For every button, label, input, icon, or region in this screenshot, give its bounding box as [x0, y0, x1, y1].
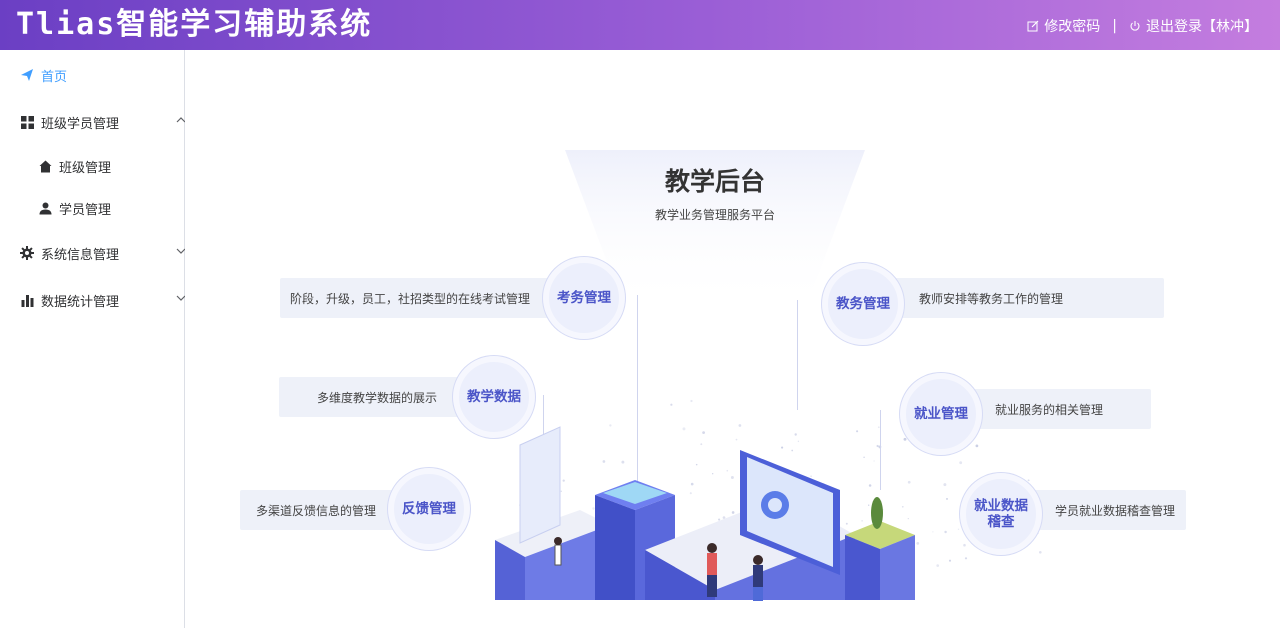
- feature-name: 就业管理: [914, 406, 968, 422]
- sidebar-item-label: 系统信息管理: [41, 247, 120, 263]
- logout-link[interactable]: 退出登录【林冲】: [1129, 16, 1258, 36]
- feature-desc-text: 阶段，升级，员工，社招类型的在线考试管理: [290, 291, 531, 306]
- main-content: 教学后台 教学业务管理服务平台 阶段，升级，员工，社招类型的在线考试管理 教师安…: [185, 50, 1280, 628]
- feature-name: 教务管理: [836, 296, 890, 312]
- feature-academic[interactable]: 教务管理: [822, 263, 904, 345]
- feature-teaching-data[interactable]: 教学数据: [453, 356, 535, 438]
- change-password-label: 修改密码: [1044, 19, 1101, 35]
- feature-name: 教学数据: [467, 389, 521, 405]
- feature-desc-text: 就业服务的相关管理: [995, 402, 1104, 417]
- edit-icon: [1027, 20, 1039, 32]
- feature-name-line1: 就业数据: [974, 498, 1028, 514]
- feature-desc-text: 多渠道反馈信息的管理: [256, 503, 377, 518]
- feature-emp-data[interactable]: 就业数据 稽查: [960, 473, 1042, 555]
- user-icon: [38, 201, 52, 215]
- send-icon: [20, 68, 34, 82]
- feature-name-line2: 稽查: [987, 514, 1015, 530]
- app-title: Tlias智能学习辅助系统: [16, 7, 373, 42]
- feature-desc-text: 多维度教学数据的展示: [317, 390, 438, 405]
- sidebar-item-label: 班级学员管理: [41, 116, 120, 132]
- logout-label: 退出登录【林冲】: [1146, 19, 1258, 35]
- feature-desc-feedback: 多渠道反馈信息的管理: [240, 490, 410, 530]
- power-icon: [1130, 21, 1140, 31]
- header-separator: |: [1112, 18, 1117, 34]
- feature-desc-academic: 教师安排等教务工作的管理: [885, 278, 1164, 318]
- sidebar-item-label: 学员管理: [59, 202, 112, 218]
- grid-icon: [20, 115, 34, 129]
- sidebar-item-label: 数据统计管理: [41, 294, 120, 310]
- sidebar-item-data-stats[interactable]: 数据统计管理: [0, 280, 204, 320]
- page-title: 教学后台: [664, 167, 765, 196]
- sidebar-item-home[interactable]: 首页: [0, 55, 204, 95]
- isometric-illustration: [495, 426, 915, 601]
- sidebar-item-label: 班级管理: [59, 160, 112, 176]
- app-header: Tlias智能学习辅助系统 修改密码 | 退出登录【林冲】: [0, 0, 1280, 50]
- change-password-link[interactable]: 修改密码: [1027, 16, 1100, 36]
- page-subtitle: 教学业务管理服务平台: [654, 208, 775, 222]
- feature-name: 考务管理: [557, 290, 611, 306]
- feature-desc-text: 教师安排等教务工作的管理: [919, 291, 1064, 306]
- feature-desc-text: 学员就业数据稽查管理: [1055, 503, 1176, 518]
- home-icon: [38, 159, 52, 173]
- feature-desc-teaching-data: 多维度教学数据的展示: [279, 377, 469, 417]
- sidebar-item-class-student[interactable]: 班级学员管理: [0, 102, 204, 142]
- sidebar: 首页 班级学员管理 班级管理 学员管理 系统信息管理 数据统计管理: [0, 50, 186, 628]
- bar-chart-icon: [20, 293, 34, 307]
- sidebar-item-label: 首页: [41, 69, 68, 85]
- header-actions: 修改密码 | 退出登录【林冲】: [1027, 16, 1258, 36]
- gear-icon: [20, 246, 34, 260]
- feature-exam[interactable]: 考务管理: [543, 257, 625, 339]
- feature-desc-exam: 阶段，升级，员工，社招类型的在线考试管理: [280, 278, 560, 318]
- feature-name: 反馈管理: [402, 501, 456, 517]
- sidebar-item-system-info[interactable]: 系统信息管理: [0, 233, 204, 273]
- feature-employment[interactable]: 就业管理: [900, 373, 982, 455]
- feature-feedback[interactable]: 反馈管理: [388, 468, 470, 550]
